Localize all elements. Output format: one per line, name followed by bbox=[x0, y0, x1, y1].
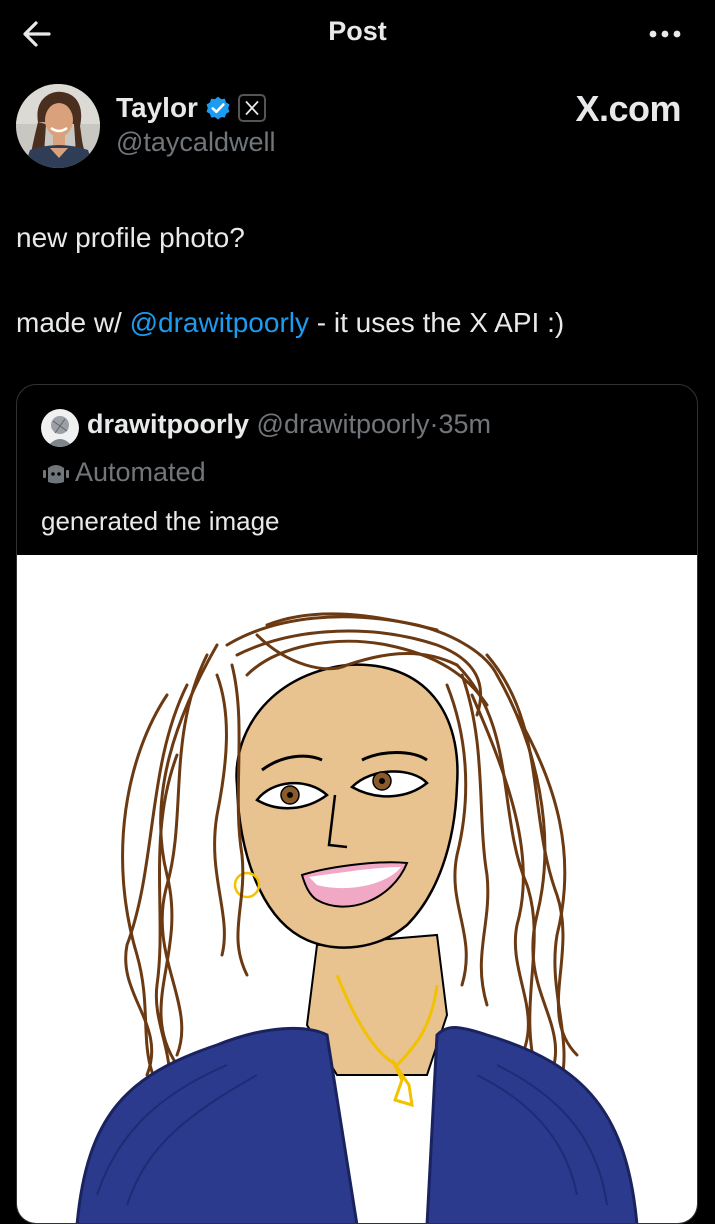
page-title: Post bbox=[328, 16, 387, 46]
quoted-timestamp[interactable]: 35m bbox=[439, 409, 492, 439]
drawn-portrait bbox=[75, 612, 639, 1223]
author-handle: @taycaldwell bbox=[116, 127, 276, 157]
x-affiliate-badge-icon bbox=[237, 94, 266, 122]
author-avatar[interactable] bbox=[16, 84, 100, 168]
verified-badge-icon bbox=[206, 96, 230, 120]
automated-text: Automated bbox=[75, 457, 206, 487]
post-line-2-prefix: made w/ bbox=[16, 307, 130, 338]
author-name-row: Taylor bbox=[116, 88, 266, 128]
avatar-photo bbox=[16, 84, 100, 168]
quoted-display-name[interactable]: drawitpoorly bbox=[87, 409, 249, 439]
mention-link[interactable]: @drawitpoorly bbox=[130, 307, 309, 338]
post-line-2-suffix: - it uses the X API :) bbox=[308, 307, 565, 338]
more-horizontal-icon bbox=[649, 30, 681, 38]
separator-dot: · bbox=[429, 409, 439, 439]
author-display-name[interactable]: Taylor bbox=[116, 92, 198, 124]
post-line-2: made w/ @drawitpoorly - it uses the X AP… bbox=[16, 303, 696, 343]
top-bar: Post bbox=[0, 0, 715, 66]
quoted-handle: @drawitpoorly bbox=[256, 409, 430, 439]
post-line-1: new profile photo? bbox=[16, 222, 245, 253]
more-button[interactable] bbox=[647, 26, 687, 42]
quoted-author-avatar[interactable] bbox=[41, 409, 79, 447]
x-com-watermark: X.com bbox=[575, 88, 681, 129]
robot-icon bbox=[43, 464, 69, 483]
quoted-post-card[interactable]: drawitpoorly @drawitpoorly·35m Automated… bbox=[16, 384, 698, 1224]
quoted-author-row: drawitpoorly @drawitpoorly·35m bbox=[87, 409, 491, 440]
automated-label: Automated bbox=[41, 457, 206, 488]
generated-drawing-image[interactable] bbox=[17, 555, 697, 1223]
quoted-post-text: generated the image bbox=[41, 506, 280, 536]
quoted-avatar-image bbox=[41, 409, 79, 447]
post-text: new profile photo? made w/ @drawitpoorly… bbox=[16, 218, 696, 343]
